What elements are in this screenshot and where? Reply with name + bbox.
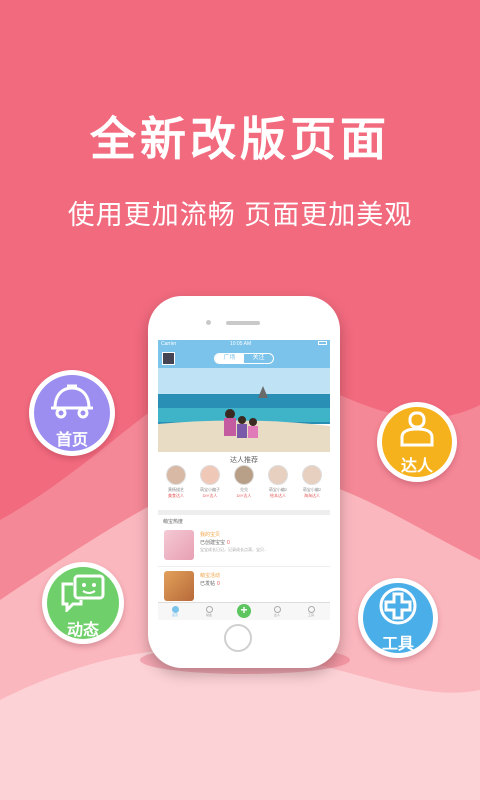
promo-subline: 使用更加流畅 页面更加美观 [67,200,413,230]
experts-row: 黄杨描艺 美食达人 萌宝小编子 DIY达人 兑兑 DIY达人 萌宝小编2 绘本达… [158,465,330,509]
avatar [200,465,220,485]
battery-icon [318,341,327,345]
phone-camera [206,320,211,325]
section-divider [158,510,330,515]
item-title: 萌宝活动 [200,573,221,579]
feature-feed-label: 动态 [66,622,99,639]
expert-badge: 美食达人 [168,493,184,498]
feature-tools-label: 工具 [381,636,414,653]
list-item[interactable]: 我的宝贝 已创建宝宝 0 宝宝成长日记，记录成长点滴，宝贝... [158,526,330,567]
feature-feed[interactable]: 动态 [42,562,124,644]
item-subtitle: 已发帖 0 [200,581,220,587]
feature-experts[interactable]: 达人 [377,402,457,482]
phone-home-button[interactable] [224,624,252,652]
tab-label: 达人 [273,613,280,617]
tools-icon [307,606,315,613]
add-button[interactable]: + [237,604,251,618]
segment-following[interactable]: 关注 [244,354,273,363]
nav-bar: 广场 关注 [158,349,330,368]
plus-icon [379,587,417,625]
list-header: 萌宝热度 [163,519,184,525]
avatar [268,465,288,485]
car-icon [51,384,93,419]
segment-control: 广场 关注 [214,353,274,364]
expert-card[interactable]: 萌宝小编2 海淘达人 [297,465,327,499]
status-carrier: Carrier [161,341,177,347]
feature-experts-label: 达人 [400,458,433,475]
phone-screen: Carrier 10:05 AM 广场 关注 达人推荐 黄杨描艺 美食达人 萌宝… [158,340,330,620]
expert-badge: 海淘达人 [304,493,320,498]
avatar [234,465,254,485]
person-icon [273,606,281,613]
tab-tools[interactable]: 工具 [294,603,328,617]
banner-image[interactable] [158,368,330,452]
status-bar: Carrier 10:05 AM [158,340,330,349]
feature-tools[interactable]: 工具 [358,578,438,658]
segment-square[interactable]: 广场 [215,354,244,363]
expert-card[interactable]: 萌宝小编2 绘本达人 [263,465,293,499]
avatar[interactable] [162,352,175,365]
item-count: 0 [227,540,230,546]
item-subtitle: 已创建宝宝 0 [200,540,230,546]
item-thumbnail [164,571,194,601]
expert-card[interactable]: 萌宝小编子 DIY达人 [195,465,225,499]
experts-title: 达人推荐 [230,457,258,464]
expert-card[interactable]: 兑兑 DIY达人 [229,465,259,499]
item-title: 我的宝贝 [200,532,221,538]
phone-speaker [226,321,260,325]
tab-label: 工具 [307,613,314,617]
item-count: 0 [217,581,220,587]
expert-badge: DIY达人 [236,493,252,498]
chat-icon [61,574,105,612]
expert-badge: DIY达人 [202,493,218,498]
tab-label: 首页 [171,613,178,617]
promo-headline: 全新改版页面 [90,113,390,165]
avatar [166,465,186,485]
expert-badge: 绘本达人 [270,493,286,498]
tab-home[interactable]: 首页 [158,603,192,617]
status-time: 10:05 AM [230,341,252,347]
tab-feed[interactable]: 动态 [192,603,226,617]
avatar [302,465,322,485]
expert-card[interactable]: 黄杨描艺 美食达人 [161,465,191,499]
tab-experts[interactable]: 达人 [260,603,294,617]
home-icon [171,606,179,613]
beach-photo [158,368,330,452]
phone-mockup: Carrier 10:05 AM 广场 关注 达人推荐 黄杨描艺 美食达人 萌宝… [148,296,340,668]
feature-home[interactable]: 首页 [29,370,115,456]
person-icon [400,411,434,447]
chat-icon [205,606,213,613]
item-thumbnail [164,530,194,560]
feature-home-label: 首页 [55,432,88,449]
item-description: 宝宝成长日记，记录成长点滴，宝贝... [200,547,268,552]
tab-label: 动态 [205,613,212,617]
